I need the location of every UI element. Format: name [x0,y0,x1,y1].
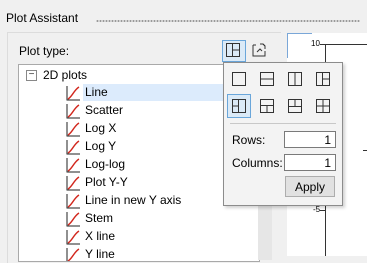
y-tick-label-neg5: -5 [313,205,321,214]
item-label: Y line [85,247,115,261]
layout-top-two-bottom-one[interactable] [283,94,307,118]
tree-item-stem[interactable]: Stem [19,210,259,228]
item-label: Line [83,84,244,101]
preview-corner-marker [287,33,312,58]
columns-input[interactable]: 1 [284,154,336,171]
item-label: X line [85,229,116,243]
item-label: Log X [85,121,117,135]
item-label: Scatter [85,103,124,117]
layout-dropdown: Rows: 1 Columns: 1 Apply [223,62,343,206]
y-line-plot-icon [66,248,80,261]
item-label: Log Y [85,139,117,153]
panel-header: Plot Assistant [0,0,367,34]
plot-y-y-icon [66,176,80,191]
layout-four-grid[interactable] [311,94,335,118]
layout-four-grid-icon [316,99,330,113]
layout-left-two-right-one[interactable] [227,94,251,118]
rows-input[interactable]: 1 [284,131,336,148]
preview-top-axis [325,44,367,45]
layout-top-one-bottom-two[interactable] [255,94,279,118]
layout-two-columns[interactable] [283,67,307,91]
scatter-plot-icon [66,104,80,119]
line-new-y-axis-icon [66,194,80,209]
layout-two-rows-icon [260,72,274,86]
item-label: Log-log [85,157,126,171]
item-label: Line in new Y axis [85,193,182,207]
stem-plot-icon [66,212,80,227]
layout-left-two-right-one-icon [232,99,246,113]
group-label: 2D plots [43,68,88,82]
tree-item-x-line[interactable]: X line [19,228,259,246]
y-tick [320,44,325,45]
apply-button[interactable]: Apply [285,176,335,197]
log-log-plot-icon [66,158,80,173]
popup-separator [230,123,336,124]
layout-left-one-right-two[interactable] [311,67,335,91]
layout-single-icon [232,72,246,86]
rows-label: Rows: [232,133,266,147]
insert-plot-button[interactable] [248,40,272,62]
layout-button[interactable] [222,40,246,62]
line-plot-icon [66,86,80,101]
log-x-plot-icon [66,122,80,137]
layout-top-one-bottom-two-icon [260,99,274,113]
grid-layout-icon [226,43,240,57]
x-line-plot-icon [66,230,80,245]
panel-title: Plot Assistant [6,11,79,25]
item-label: Plot Y-Y [85,175,128,189]
tree-item-y-line[interactable]: Y line [19,246,259,261]
log-y-plot-icon [66,140,80,155]
collapse-toggle[interactable]: − [26,70,37,81]
plot-type-label: Plot type: [19,44,70,58]
layout-top-two-bottom-one-icon [288,99,302,113]
layout-two-rows[interactable] [255,67,279,91]
layout-left-one-right-two-icon [316,72,330,86]
layout-two-columns-icon [288,72,302,86]
y-tick [320,210,325,211]
preview-right-tick [363,150,367,151]
columns-label: Columns: [232,156,283,170]
layout-single[interactable] [227,67,251,91]
item-label: Stem [85,211,114,225]
new-plot-icon [252,43,266,57]
drag-grip[interactable] [96,19,360,23]
y-tick-label-10: 10 [311,39,320,48]
